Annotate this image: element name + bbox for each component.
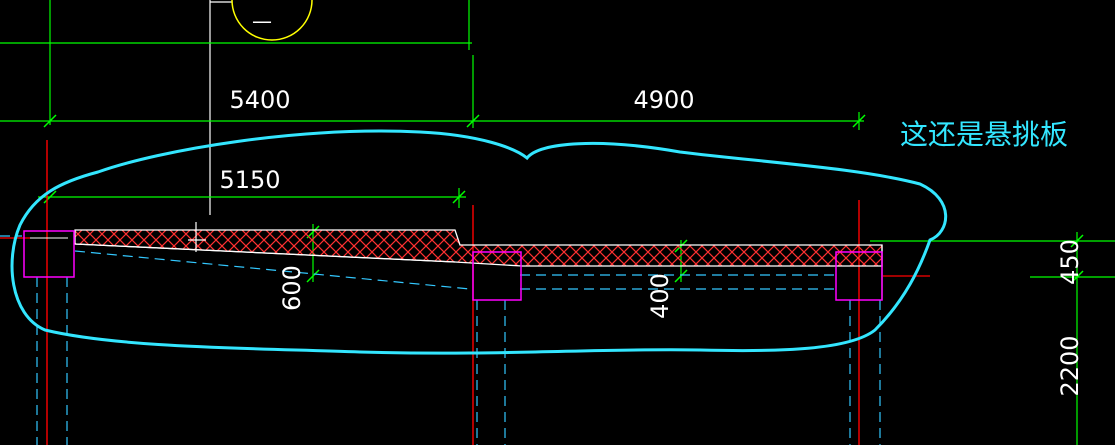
dim-beam-depth-right: 400: [646, 273, 674, 319]
dim-span-left: 5400: [229, 86, 290, 114]
dim-beam-depth-left: 600: [278, 265, 306, 311]
section-symbol-label: —: [252, 9, 272, 33]
dim-cantilever-length: 5150: [219, 166, 280, 194]
axis-lines: [0, 140, 930, 445]
slab-section: [74, 222, 883, 300]
dim-right-top: 450: [1056, 239, 1084, 285]
cad-drawing-canvas: — 5400 4900 5150 600 400 450 2200 这还是悬挑板: [0, 0, 1115, 445]
section-circle: [231, 0, 313, 41]
hidden-lines: [0, 235, 881, 445]
dimension-lines: [0, 0, 1115, 445]
cad-drawing: — 5400 4900 5150 600 400 450 2200 这还是悬挑板: [0, 0, 1115, 445]
annotation-text: 这还是悬挑板: [900, 118, 1068, 151]
dim-span-right: 4900: [633, 86, 694, 114]
dim-right-bottom: 2200: [1056, 335, 1084, 396]
